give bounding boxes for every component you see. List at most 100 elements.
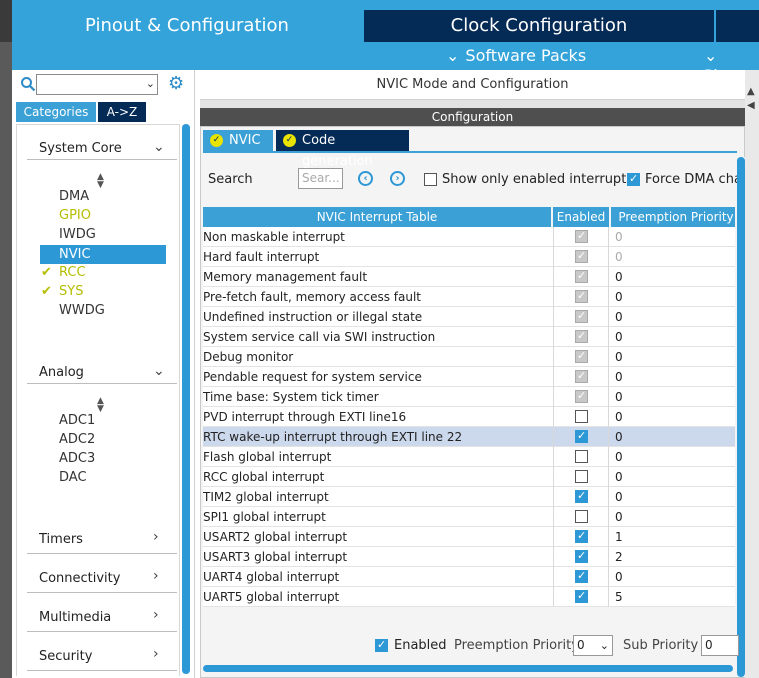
- interrupt-enabled-checkbox[interactable]: [575, 510, 588, 523]
- chevron-down-icon[interactable]: ⌄: [153, 139, 165, 155]
- table-row[interactable]: Undefined instruction or illegal state 0: [203, 307, 735, 327]
- sidebar-item-rcc[interactable]: RCC: [59, 265, 86, 280]
- preemption-priority-cell[interactable]: 0: [612, 347, 735, 367]
- chevron-down-icon[interactable]: ⌄: [153, 363, 165, 379]
- table-row[interactable]: Pre-fetch fault, memory access fault 0: [203, 287, 735, 307]
- chevron-down-icon[interactable]: ⌄: [146, 77, 155, 90]
- sidebar-item-iwdg[interactable]: IWDG: [59, 227, 96, 242]
- search-input[interactable]: Sear...: [298, 168, 343, 189]
- sidebar-item-sys[interactable]: SYS: [59, 284, 83, 299]
- table-row[interactable]: Non maskable interrupt 0: [203, 227, 735, 247]
- table-row[interactable]: RTC wake-up interrupt through EXTI line …: [203, 427, 735, 447]
- table-row[interactable]: USART2 global interrupt 1: [203, 527, 735, 547]
- expand-up-icon[interactable]: ▲: [747, 86, 755, 97]
- sidebar-item-nvic[interactable]: NVIC: [40, 245, 166, 264]
- table-row[interactable]: Debug monitor 0: [203, 347, 735, 367]
- sidebar-item-wwdg[interactable]: WWDG: [59, 303, 105, 318]
- sidebar-item-gpio[interactable]: GPIO: [59, 208, 91, 223]
- force-dma-checkbox[interactable]: [627, 172, 640, 186]
- tab-a-z[interactable]: A->Z: [98, 102, 146, 122]
- interrupt-enabled-checkbox[interactable]: [575, 529, 588, 543]
- table-row[interactable]: Memory management fault 0: [203, 267, 735, 287]
- preemption-priority-cell[interactable]: 0: [612, 227, 735, 247]
- preemption-priority-cell[interactable]: 0: [612, 427, 735, 447]
- column-header-preemption[interactable]: Preemption Priority: [611, 207, 735, 227]
- column-header-name[interactable]: NVIC Interrupt Table: [203, 207, 551, 227]
- tab-nvic[interactable]: ✓ NVIC: [203, 130, 273, 151]
- preemption-priority-cell[interactable]: 0: [612, 307, 735, 327]
- chevron-right-icon[interactable]: ›: [153, 607, 159, 623]
- preemption-priority-cell[interactable]: 1: [612, 527, 735, 547]
- table-scrollbar[interactable]: [737, 157, 745, 677]
- preemption-priority-cell[interactable]: 0: [612, 287, 735, 307]
- interrupt-enabled-checkbox[interactable]: [575, 429, 588, 443]
- table-row[interactable]: PVD interrupt through EXTI line16 0: [203, 407, 735, 427]
- scrollbar-thumb[interactable]: [737, 157, 745, 677]
- tab-code-generation[interactable]: ✓ Code generation: [276, 130, 409, 169]
- interrupt-enabled-checkbox[interactable]: [575, 410, 588, 423]
- tab-categories[interactable]: Categories: [16, 102, 96, 122]
- preemption-priority-cell[interactable]: 0: [612, 267, 735, 287]
- preemption-priority-cell[interactable]: 0: [612, 447, 735, 467]
- interrupt-enabled-checkbox[interactable]: [575, 450, 588, 463]
- table-row[interactable]: Flash global interrupt 0: [203, 447, 735, 467]
- software-packs-menu[interactable]: ⌄ Software Packs: [446, 46, 586, 66]
- category-multimedia[interactable]: Multimedia: [39, 610, 111, 625]
- tab-next[interactable]: [716, 10, 759, 42]
- category-connectivity[interactable]: Connectivity: [39, 571, 120, 586]
- sidebar-item-dac[interactable]: DAC: [59, 470, 87, 485]
- sub-priority-select[interactable]: 0: [701, 635, 739, 656]
- preemption-priority-cell[interactable]: 2: [612, 547, 735, 567]
- table-row[interactable]: Hard fault interrupt 0: [203, 247, 735, 267]
- tab-pinout-configuration[interactable]: Pinout & Configuration: [12, 10, 362, 42]
- interrupt-enabled-checkbox[interactable]: [575, 470, 588, 483]
- category-security[interactable]: Security: [39, 649, 92, 664]
- sidebar-item-adc3[interactable]: ADC3: [59, 451, 95, 466]
- table-row[interactable]: UART5 global interrupt 5: [203, 587, 735, 607]
- column-header-enabled[interactable]: Enabled: [553, 207, 609, 227]
- category-system-core[interactable]: System Core: [39, 141, 122, 156]
- preemption-priority-cell[interactable]: 0: [612, 467, 735, 487]
- preemption-priority-cell[interactable]: 0: [612, 367, 735, 387]
- sort-icon[interactable]: ▲ ▼: [97, 397, 104, 414]
- preemption-priority-cell[interactable]: 0: [612, 387, 735, 407]
- chevron-right-icon[interactable]: ›: [153, 568, 159, 584]
- table-row[interactable]: UART4 global interrupt 0: [203, 567, 735, 587]
- interrupt-enabled-checkbox[interactable]: [575, 589, 588, 603]
- preemption-priority-cell[interactable]: 0: [612, 487, 735, 507]
- next-icon[interactable]: ›: [390, 171, 405, 186]
- category-analog[interactable]: Analog: [39, 365, 84, 380]
- table-row[interactable]: RCC global interrupt 0: [203, 467, 735, 487]
- horizontal-scrollbar[interactable]: [203, 665, 733, 672]
- tab-clock-configuration[interactable]: Clock Configuration: [364, 10, 714, 42]
- table-row[interactable]: USART3 global interrupt 2: [203, 547, 735, 567]
- gear-icon[interactable]: ⚙: [168, 74, 188, 94]
- table-row[interactable]: Pendable request for system service 0: [203, 367, 735, 387]
- sidebar-item-adc2[interactable]: ADC2: [59, 432, 95, 447]
- preemption-priority-cell[interactable]: 0: [612, 327, 735, 347]
- previous-icon[interactable]: ‹: [358, 171, 373, 186]
- chevron-right-icon[interactable]: ›: [153, 646, 159, 662]
- category-timers[interactable]: Timers: [39, 532, 83, 547]
- table-row[interactable]: SPI1 global interrupt 0: [203, 507, 735, 527]
- sidebar-item-dma[interactable]: DMA: [59, 189, 89, 204]
- search-icon[interactable]: [20, 76, 36, 92]
- preemption-priority-cell[interactable]: 5: [612, 587, 735, 607]
- interrupt-enabled-checkbox[interactable]: [575, 569, 588, 583]
- preemption-priority-cell[interactable]: 0: [612, 247, 735, 267]
- category-scrollbar[interactable]: [182, 124, 190, 674]
- interrupt-enabled-checkbox[interactable]: [575, 489, 588, 503]
- preemption-priority-cell[interactable]: 0: [612, 407, 735, 427]
- preemption-priority-select[interactable]: 0 ⌄: [573, 635, 613, 656]
- table-row[interactable]: TIM2 global interrupt 0: [203, 487, 735, 507]
- table-row[interactable]: Time base: System tick timer 0: [203, 387, 735, 407]
- show-enabled-checkbox[interactable]: [424, 173, 437, 186]
- splitter[interactable]: [200, 100, 745, 108]
- enabled-checkbox[interactable]: [375, 638, 388, 652]
- scrollbar-thumb[interactable]: [182, 124, 190, 674]
- sort-icon[interactable]: ▲ ▼: [97, 173, 104, 190]
- table-row[interactable]: System service call via SWI instruction 0: [203, 327, 735, 347]
- component-search-input[interactable]: ⌄: [36, 74, 158, 95]
- preemption-priority-cell[interactable]: 0: [612, 507, 735, 527]
- expand-left-icon[interactable]: ◀: [747, 100, 755, 111]
